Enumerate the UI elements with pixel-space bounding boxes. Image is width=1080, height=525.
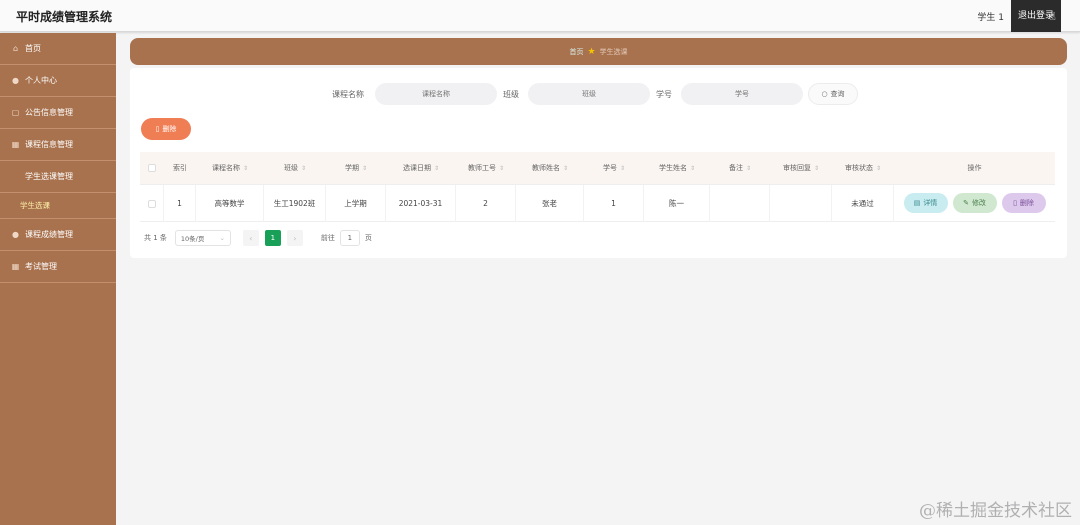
student-id-input[interactable] [681,83,803,105]
cell-date: 2021-03-31 [386,184,456,222]
sidebar-item-scores[interactable]: ● 课程成绩管理 [0,219,116,251]
sort-icon: ⇕ [619,165,626,172]
user-icon: ● [12,76,19,85]
page-size-select[interactable]: 10条/页 ⌄ [174,230,231,246]
column-header-student-id[interactable]: 学号 ⇕ [584,163,644,173]
row-checkbox[interactable] [140,184,164,222]
cell-teacher-name: 张老 [516,184,584,222]
prev-page-button[interactable]: ‹ [242,230,259,246]
chevron-down-icon: ⌄ [219,234,225,242]
column-header-note[interactable]: 备注 ⇕ [710,163,770,173]
sort-icon: ⇕ [745,165,752,172]
detail-button[interactable]: ▤ 详情 [903,193,948,213]
column-header-teacher-name[interactable]: 教师姓名 ⇕ [516,163,584,173]
search-icon: ○ [821,90,828,98]
table-header: 索引 课程名称 ⇕ 班级 ⇕ 学期 ⇕ 选课日期 ⇕ 教师工号 ⇕ 教师姓名 ⇕ 学号 ⇕ 学… [140,152,1055,185]
sort-icon: ⇕ [300,165,307,172]
exam-icon: ▦ [11,262,20,271]
next-page-button[interactable]: › [286,230,303,246]
pencil-icon: ✎ [963,198,969,207]
table-row: 1 高等数学 生工1902班 上学期 2021-03-31 2 张老 1 陈一 … [140,184,1055,222]
breadcrumb-current: 学生选课 [599,47,628,56]
goto-page-input[interactable]: 1 [339,230,360,246]
sort-icon: ⇕ [813,165,820,172]
search-button[interactable]: ○ 查询 [808,83,858,105]
column-header-ops: 操作 [967,164,982,172]
top-bar: 平时成绩管理系统 学生 1 退出登录 ☝ [0,0,1080,32]
column-header-date[interactable]: 选课日期 ⇕ [386,163,456,173]
cell-index: 1 [164,184,196,222]
sort-icon: ⇕ [242,165,249,172]
cell-teacher-id: 2 [456,184,516,222]
column-header-status[interactable]: 审核状态 ⇕ [832,163,894,173]
score-icon: ● [12,230,19,239]
column-header-student-name[interactable]: 学生姓名 ⇕ [644,163,710,173]
app-title: 平时成绩管理系统 [16,10,113,24]
sidebar-item-courses[interactable]: ▦ 课程信息管理 [0,129,116,161]
breadcrumb: 首页 ★ 学生选课 [130,38,1067,65]
cell-course: 高等数学 [196,184,264,222]
total-count: 共 1 条 [144,234,167,242]
edit-button[interactable]: ✎ 修改 [952,193,997,213]
column-header-teacher-id[interactable]: 教师工号 ⇕ [456,163,516,173]
trash-icon: ▯ [1013,198,1017,207]
cell-note [710,184,770,222]
column-header-class[interactable]: 班级 ⇕ [264,163,326,173]
sidebar-item-profile[interactable]: ● 个人中心 [0,65,116,97]
row-delete-button[interactable]: ▯ 删除 [1001,193,1046,213]
sidebar-item-notices[interactable]: ▢ 公告信息管理 [0,97,116,129]
sort-icon: ⇕ [361,165,368,172]
sort-icon: ⇕ [875,165,882,172]
cell-term: 上学期 [326,184,386,222]
sidebar: ⌂ 首页 ● 个人中心 ▢ 公告信息管理 ▦ 课程信息管理 学生选课管理 学生选… [0,33,116,525]
watermark: @稀土掘金技术社区 [919,501,1072,521]
cell-class: 生工1902班 [264,184,326,222]
sidebar-subitem-student-selection[interactable]: 学生选课 [0,193,116,219]
sort-icon: ⇕ [562,165,569,172]
page-unit-label: 页 [364,234,372,242]
student-id-label: 学号 [656,90,672,99]
book-icon: ▦ [11,140,20,149]
content-panel: 课程名称 班级 学号 ○ 查询 ▯ 删除 索引 课程名称⇕ 班级⇕ 学期⇕ 选课… [130,68,1067,258]
sidebar-item-exams[interactable]: ▦ 考试管理 [0,251,116,283]
notice-icon: ▢ [11,108,20,117]
home-icon: ⌂ [12,44,19,53]
goto-label: 前往 [320,234,335,242]
search-bar: 课程名称 班级 学号 ○ 查询 [130,83,1067,105]
column-header-course[interactable]: 课程名称 ⇕ [196,163,264,173]
page-number-current[interactable]: 1 [264,230,281,246]
column-header-index: 索引 [173,164,187,172]
class-label: 班级 [503,90,519,99]
sort-icon: ⇕ [498,165,505,172]
class-input[interactable] [528,83,650,105]
trash-icon: ▯ [155,125,160,133]
sort-icon: ⇕ [689,165,696,172]
sort-icon: ⇕ [433,165,440,172]
breadcrumb-home[interactable]: 首页 [569,47,583,57]
star-icon: ★ [587,46,596,57]
current-user: 学生 1 [977,13,1004,23]
column-header-reply[interactable]: 审核回复 ⇕ [770,163,832,173]
column-header-term[interactable]: 学期 ⇕ [326,163,386,173]
document-icon: ▤ [913,198,921,207]
sidebar-item-course-selection[interactable]: 学生选课管理 [0,161,116,193]
select-all-checkbox[interactable] [140,164,164,172]
cell-ops: ▤ 详情 ✎ 修改 ▯ 删除 [894,185,1055,222]
cell-student-name: 陈一 [644,184,710,222]
batch-delete-button[interactable]: ▯ 删除 [141,118,191,140]
pagination: 共 1 条 10条/页 ⌄ ‹ 1 › 前往 1 页 [144,230,372,246]
course-name-label: 课程名称 [332,90,364,99]
cell-student-id: 1 [584,184,644,222]
cell-reply [770,184,832,222]
mouse-cursor-icon: ☝ [1049,10,1056,23]
cell-status: 未通过 [832,184,894,222]
data-table: 索引 课程名称 ⇕ 班级 ⇕ 学期 ⇕ 选课日期 ⇕ 教师工号 ⇕ 教师姓名 ⇕ 学号 ⇕ 学… [140,152,1055,222]
sidebar-item-home[interactable]: ⌂ 首页 [0,33,116,65]
course-name-input[interactable] [375,83,497,105]
